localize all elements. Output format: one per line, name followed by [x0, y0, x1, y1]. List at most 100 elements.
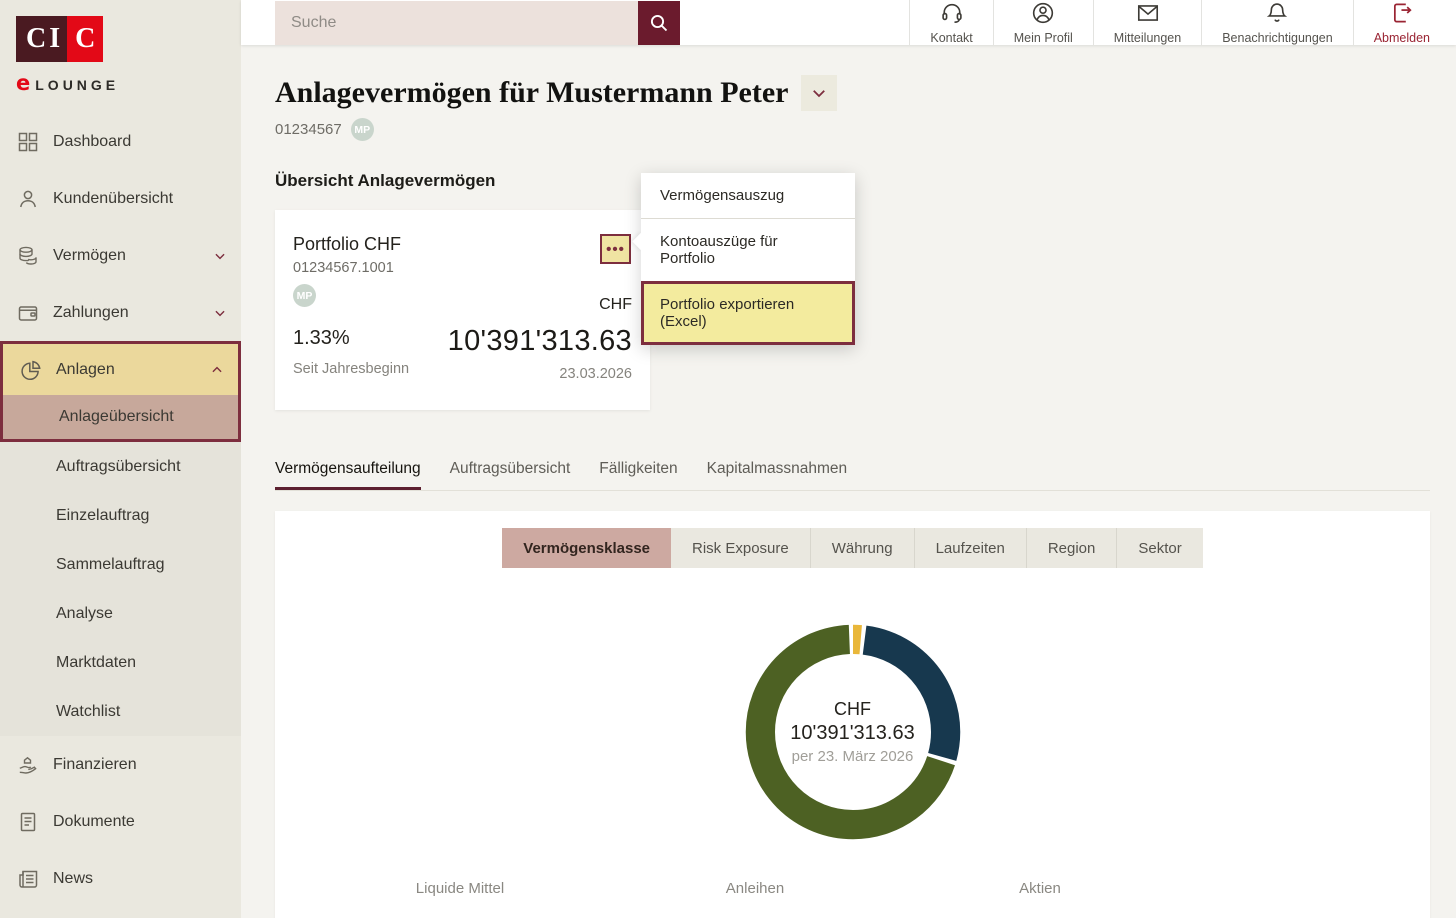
dashboard-grid-icon — [16, 130, 40, 154]
portfolio-more-button[interactable]: ••• — [600, 234, 631, 264]
sidebar-item-news[interactable]: News — [0, 850, 241, 907]
headset-icon — [939, 0, 965, 26]
sidebar-item-vermoegen[interactable]: Vermögen — [0, 227, 241, 284]
sidebar-item-zahlungen[interactable]: Zahlungen — [0, 284, 241, 341]
subtab-waehrung[interactable]: Währung — [811, 528, 915, 568]
sidebar-item-label: News — [53, 870, 227, 888]
envelope-icon — [1135, 0, 1161, 26]
sidebar-item-dokumente[interactable]: Dokumente — [0, 793, 241, 850]
portfolio-card[interactable]: Portfolio CHF 01234567.1001 MP ••• CHF 1… — [275, 210, 650, 410]
donut-chart-svg — [736, 615, 970, 849]
sidebar-subitem-sammelauftrag[interactable]: Sammelauftrag — [0, 540, 241, 589]
portfolio-name: Portfolio CHF — [293, 234, 632, 255]
chevron-down-icon — [810, 84, 828, 102]
sidebar-item-dashboard[interactable]: Dashboard — [0, 113, 241, 170]
customer-avatar: MP — [351, 118, 374, 141]
sidebar-nav: Dashboard Kundenübersicht Vermögen — [0, 113, 241, 907]
investments-pie-icon — [19, 358, 43, 382]
allocation-panel: Vermögensklasse Risk Exposure Währung La… — [275, 511, 1430, 918]
sidebar-active-highlight-block: Anlagen Anlageübersicht — [0, 341, 241, 442]
menu-item-vermoegensauszug[interactable]: Vermögensauszug — [641, 173, 855, 219]
tab-faelligkeiten[interactable]: Fälligkeiten — [599, 460, 677, 490]
tab-vermoegensaufteilung[interactable]: Vermögensaufteilung — [275, 460, 421, 490]
subtab-vermoegensklasse[interactable]: Vermögensklasse — [502, 528, 671, 568]
sidebar-subitem-label: Watchlist — [56, 703, 120, 721]
sidebar-item-label: Kundenübersicht — [53, 190, 227, 208]
sidebar: CI C e LOUNGE Dashboard Kundenübersicht — [0, 0, 241, 918]
allocation-view-switcher: Vermögensklasse Risk Exposure Währung La… — [275, 528, 1430, 568]
sidebar-subitem-anlageuebersicht[interactable]: Anlageübersicht — [3, 395, 238, 439]
sidebar-item-label: Finanzieren — [53, 756, 227, 774]
customer-switch-button[interactable] — [801, 75, 837, 111]
sidebar-subitem-analyse[interactable]: Analyse — [0, 589, 241, 638]
portfolio-context-menu: Vermögensauszug Kontoauszüge für Portfol… — [641, 173, 855, 345]
logo-box-red: C — [67, 16, 103, 62]
sidebar-subitem-marktdaten[interactable]: Marktdaten — [0, 638, 241, 687]
chevron-down-icon — [213, 306, 227, 320]
topbar: Kontakt Mein Profil Mitteilungen — [241, 0, 1456, 45]
menu-item-portfolio-exportieren-excel[interactable]: Portfolio exportieren (Excel) — [641, 281, 855, 345]
mitteilungen-button[interactable]: Mitteilungen — [1093, 0, 1201, 45]
portfolio-performance: 1.33% — [293, 327, 409, 350]
sidebar-item-finanzieren[interactable]: Finanzieren — [0, 736, 241, 793]
portfolio-performance-label: Seit Jahresbeginn — [293, 361, 409, 377]
sidebar-subitem-auftragsuebersicht[interactable]: Auftragsübersicht — [0, 442, 241, 491]
search-button[interactable] — [638, 1, 680, 45]
sidebar-item-anlagen[interactable]: Anlagen — [3, 344, 238, 395]
sidebar-item-label: Zahlungen — [53, 304, 200, 322]
legend-label-liquide-mittel: Liquide Mittel — [416, 880, 504, 897]
portfolio-avatar: MP — [293, 284, 316, 307]
action-label: Benachrichtigungen — [1222, 31, 1333, 45]
cic-elounge-logo: CI C e LOUNGE — [0, 0, 241, 113]
search-input[interactable] — [275, 1, 638, 45]
abmelden-button[interactable]: Abmelden — [1353, 0, 1450, 45]
menu-item-kontoauszuege[interactable]: Kontoauszüge für Portfolio — [641, 219, 855, 281]
sidebar-item-label: Vermögen — [53, 247, 200, 265]
tab-kapitalmassnahmen[interactable]: Kapitalmassnahmen — [707, 460, 847, 490]
subtab-laufzeiten[interactable]: Laufzeiten — [915, 528, 1027, 568]
sidebar-item-kundenuebersicht[interactable]: Kundenübersicht — [0, 170, 241, 227]
search-icon — [647, 11, 671, 35]
sidebar-subitem-label: Anlageübersicht — [59, 408, 174, 426]
legend-label-anleihen: Anleihen — [726, 880, 784, 897]
financing-hand-house-icon — [16, 753, 40, 777]
sidebar-subitem-label: Einzelauftrag — [56, 507, 149, 525]
customer-id: 01234567 — [275, 121, 342, 138]
subtab-region[interactable]: Region — [1027, 528, 1118, 568]
search-bar — [275, 1, 680, 45]
action-label: Mitteilungen — [1114, 31, 1181, 45]
bell-icon — [1264, 0, 1290, 26]
sidebar-item-label: Dokumente — [53, 813, 227, 831]
content-area: Anlagevermögen für Mustermann Peter 0123… — [241, 45, 1456, 918]
action-label: Mein Profil — [1014, 31, 1073, 45]
sidebar-item-label: Dashboard — [53, 133, 227, 151]
assets-coins-icon — [16, 244, 40, 268]
payments-wallet-icon — [16, 301, 40, 325]
subtab-risk-exposure[interactable]: Risk Exposure — [671, 528, 811, 568]
benachrichtigungen-button[interactable]: Benachrichtigungen — [1201, 0, 1353, 45]
sidebar-item-label: Anlagen — [56, 361, 197, 379]
news-icon — [16, 867, 40, 891]
sidebar-subitem-watchlist[interactable]: Watchlist — [0, 687, 241, 736]
portfolio-value-date: 23.03.2026 — [448, 366, 632, 382]
mein-profil-button[interactable]: Mein Profil — [993, 0, 1093, 45]
logo-wordmark: LOUNGE — [35, 77, 119, 93]
sidebar-subitem-label: Analyse — [56, 605, 113, 623]
sidebar-subitem-label: Sammelauftrag — [56, 556, 165, 574]
topbar-actions: Kontakt Mein Profil Mitteilungen — [909, 0, 1450, 45]
portfolio-account-number: 01234567.1001 — [293, 260, 632, 276]
kontakt-button[interactable]: Kontakt — [909, 0, 992, 45]
logo-box-dark: CI — [16, 16, 67, 62]
chevron-up-icon — [210, 363, 224, 377]
portfolio-currency: CHF — [448, 296, 632, 314]
sidebar-subitem-einzelauftrag[interactable]: Einzelauftrag — [0, 491, 241, 540]
customer-person-icon — [16, 187, 40, 211]
subtab-sektor[interactable]: Sektor — [1117, 528, 1202, 568]
action-label: Abmelden — [1374, 31, 1430, 45]
sidebar-subitem-label: Marktdaten — [56, 654, 136, 672]
page-title: Anlagevermögen für Mustermann Peter — [275, 76, 789, 110]
app-window: CI C e LOUNGE Dashboard Kundenübersicht — [0, 0, 1456, 918]
sidebar-subitem-label: Auftragsübersicht — [56, 458, 181, 476]
tab-auftragsuebersicht[interactable]: Auftragsübersicht — [450, 460, 571, 490]
anlagen-submenu: Auftragsübersicht Einzelauftrag Sammelau… — [0, 442, 241, 736]
